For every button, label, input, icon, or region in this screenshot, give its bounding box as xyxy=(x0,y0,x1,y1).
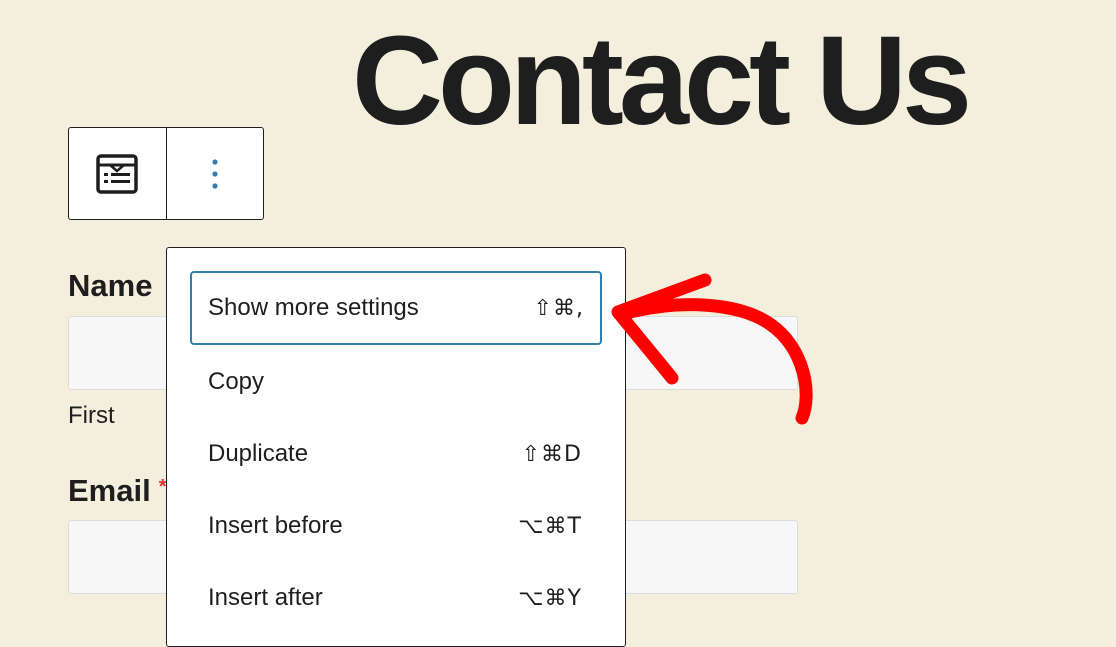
first-sublabel: First xyxy=(68,402,115,429)
menu-item-shortcut: ⌥⌘T xyxy=(518,513,582,539)
block-options-menu: Show more settings ⇧⌘, Copy Duplicate ⇧⌘… xyxy=(166,247,626,647)
form-block-icon xyxy=(96,153,138,194)
vertical-ellipsis-icon xyxy=(212,158,218,189)
name-label: Name xyxy=(68,268,153,303)
menu-item-label: Duplicate xyxy=(208,440,309,467)
annotation-arrow-icon xyxy=(611,273,813,425)
block-type-button[interactable] xyxy=(69,128,167,219)
menu-item-insert-before[interactable]: Insert before ⌥⌘T xyxy=(190,489,602,563)
menu-item-shortcut: ⇧⌘D xyxy=(521,441,582,467)
email-label: Email * xyxy=(68,473,167,508)
menu-item-duplicate[interactable]: Duplicate ⇧⌘D xyxy=(190,417,602,491)
menu-item-label: Insert after xyxy=(208,584,323,611)
menu-item-insert-after[interactable]: Insert after ⌥⌘Y xyxy=(190,561,602,635)
menu-item-label: Show more settings xyxy=(208,294,419,321)
menu-item-shortcut: ⌥⌘Y xyxy=(518,585,582,611)
page-title: Contact Us xyxy=(352,10,972,151)
menu-item-label: Insert before xyxy=(208,512,343,539)
menu-item-copy[interactable]: Copy xyxy=(190,345,602,419)
menu-item-label: Copy xyxy=(208,368,265,395)
options-button[interactable] xyxy=(167,128,264,219)
menu-item-shortcut: ⇧⌘, xyxy=(533,295,584,321)
block-toolbar xyxy=(68,127,264,220)
menu-item-show-more-settings[interactable]: Show more settings ⇧⌘, xyxy=(190,271,602,345)
